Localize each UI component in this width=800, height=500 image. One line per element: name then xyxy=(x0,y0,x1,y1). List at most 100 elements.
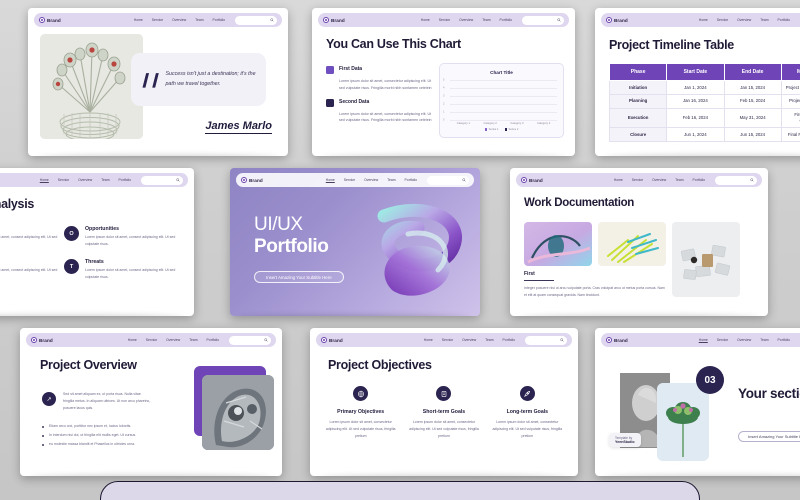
navbar[interactable]: Brand Home Service Overview Team Portfol… xyxy=(601,13,800,27)
slide-work-documentation[interactable]: Brand Home Service Overview Team Portfol… xyxy=(510,168,768,316)
nav-link-overview[interactable]: Overview xyxy=(459,18,473,22)
nav-link-service[interactable]: Service xyxy=(717,18,728,22)
brand-name: Brand xyxy=(329,337,343,343)
nav-link-service[interactable]: Service xyxy=(344,178,355,182)
nav-link-home[interactable]: Home xyxy=(128,338,137,342)
nav-link-overview[interactable]: Overview xyxy=(172,18,186,22)
slide-section-break[interactable]: Brand Home Service Overview Team Portfol… xyxy=(595,328,800,476)
nav-link-portfolio[interactable]: Portfolio xyxy=(778,338,790,342)
slide-swot-analysis[interactable]: Brand Home Service Overview Team Portfol… xyxy=(0,168,194,316)
nav-link-portfolio[interactable]: Portfolio xyxy=(213,18,225,22)
nav-link-service[interactable]: Service xyxy=(58,178,69,182)
swot-title: Opportunities xyxy=(85,226,120,232)
objective-card-short-term: Short-term Goals Lorem ipsum dolor sit a… xyxy=(407,386,480,440)
brand-name: Brand xyxy=(614,337,628,343)
slide-project-overview[interactable]: Brand Home Service Overview Team Portfol… xyxy=(20,328,282,476)
legend-label: First Data xyxy=(339,66,363,72)
slide-timeline-table[interactable]: Brand Home Service Overview Team Portfol… xyxy=(595,8,800,156)
nav-links[interactable]: Home Service Overview Team Portfolio xyxy=(128,338,219,342)
search-input[interactable] xyxy=(427,175,469,185)
nav-link-home[interactable]: Home xyxy=(134,18,143,22)
table-column-header: Start Date xyxy=(666,63,725,81)
nav-link-home[interactable]: Home xyxy=(699,338,708,342)
search-input[interactable] xyxy=(522,15,564,25)
logo-mark-icon xyxy=(606,337,612,343)
swot-badge: O xyxy=(64,226,79,241)
search-input[interactable] xyxy=(229,335,271,345)
hero-subtitle-button[interactable]: Insert Amazing Your Subtitle Here xyxy=(254,271,344,283)
nav-link-overview[interactable]: Overview xyxy=(166,338,180,342)
swot-badge: T xyxy=(64,259,79,275)
slide-hero-portfolio[interactable]: Brand Home Service Overview Team Portfol… xyxy=(230,168,480,316)
nav-link-overview[interactable]: Overview xyxy=(462,338,476,342)
nav-link-team[interactable]: Team xyxy=(195,18,203,22)
navbar[interactable]: Brand Home Service Overview Team Portfol… xyxy=(318,13,569,27)
nav-link-portfolio[interactable]: Portfolio xyxy=(500,18,512,22)
nav-link-portfolio[interactable]: Portfolio xyxy=(119,178,131,182)
search-input[interactable] xyxy=(235,15,277,25)
nav-link-home[interactable]: Home xyxy=(421,18,430,22)
nav-link-overview[interactable]: Overview xyxy=(737,338,751,342)
nav-link-service[interactable]: Service xyxy=(152,18,163,22)
table-column-header: Phase xyxy=(608,63,668,81)
nav-link-portfolio[interactable]: Portfolio xyxy=(693,178,705,182)
nav-link-team[interactable]: Team xyxy=(760,338,768,342)
nav-link-home[interactable]: Home xyxy=(326,178,335,182)
objective-title: Short-term Goals xyxy=(422,409,466,415)
nav-links[interactable]: Home Service Overview Team Portfolio xyxy=(421,18,512,22)
search-input[interactable] xyxy=(525,335,567,345)
nav-links[interactable]: Home Service Overview Team Portfolio xyxy=(134,18,225,22)
nav-link-portfolio[interactable]: Portfolio xyxy=(778,18,790,22)
nav-link-service[interactable]: Service xyxy=(439,18,450,22)
nav-link-team[interactable]: Team xyxy=(387,178,395,182)
objective-title: Long-term Goals xyxy=(506,409,549,415)
navbar[interactable]: Brand Home Service Overview Team Portfol… xyxy=(26,333,276,347)
table-row: PlanningJan 16, 2024Feb 15, 2024Project … xyxy=(608,93,800,109)
nav-link-overview[interactable]: Overview xyxy=(364,178,378,182)
nav-link-home[interactable]: Home xyxy=(614,178,623,182)
nav-links[interactable]: Home Service Overview Team Portfolio xyxy=(699,338,790,342)
nav-links[interactable]: Home Service Overview Team Portfolio xyxy=(614,178,705,182)
brand-name: Brand xyxy=(47,17,61,23)
objective-title: Primary Objectives xyxy=(337,409,385,415)
nav-link-team[interactable]: Team xyxy=(482,18,490,22)
navbar[interactable]: Brand Home Service Overview Team Portfol… xyxy=(316,333,572,347)
navbar[interactable]: Brand Home Service Overview Team Portfol… xyxy=(516,173,762,187)
nav-link-service[interactable]: Service xyxy=(717,338,728,342)
slide-quote[interactable]: Brand Home Service Overview Team Portfol… xyxy=(28,8,288,156)
table-cell: Jan 15, 2024 xyxy=(723,80,782,95)
nav-link-team[interactable]: Team xyxy=(189,338,197,342)
section-subtitle-button[interactable]: Insert Amazing Your Subtitle Here xyxy=(738,431,800,442)
nav-link-service[interactable]: Service xyxy=(442,338,453,342)
nav-link-portfolio[interactable]: Portfolio xyxy=(405,178,417,182)
navbar[interactable]: Brand Home Service Overview Team Portfol… xyxy=(601,333,800,347)
nav-link-portfolio[interactable]: Portfolio xyxy=(207,338,219,342)
nav-link-service[interactable]: Service xyxy=(146,338,157,342)
nav-links[interactable]: Home Service Overview Team Portfolio xyxy=(40,178,131,182)
table-cell: Execution xyxy=(608,107,668,129)
nav-link-overview[interactable]: Overview xyxy=(652,178,666,182)
nav-link-team[interactable]: Team xyxy=(101,178,109,182)
nav-link-team[interactable]: Team xyxy=(675,178,683,182)
nav-link-overview[interactable]: Overview xyxy=(737,18,751,22)
nav-link-team[interactable]: Team xyxy=(485,338,493,342)
nav-links[interactable]: Home Service Overview Team Portfolio xyxy=(424,338,515,342)
nav-link-service[interactable]: Service xyxy=(632,178,643,182)
navbar[interactable]: Brand Home Service Overview Team Portfol… xyxy=(236,173,474,187)
nav-link-team[interactable]: Team xyxy=(760,18,768,22)
brand-logo: Brand xyxy=(606,17,628,23)
slide-chart[interactable]: Brand Home Service Overview Team Portfol… xyxy=(312,8,575,156)
nav-link-overview[interactable]: Overview xyxy=(78,178,92,182)
nav-links[interactable]: Home Service Overview Team Portfolio xyxy=(699,18,790,22)
navbar[interactable]: Brand Home Service Overview Team Portfol… xyxy=(0,173,188,187)
navbar[interactable]: Brand Home Service Overview Team Portfol… xyxy=(34,13,282,27)
search-input[interactable] xyxy=(141,175,183,185)
nav-link-portfolio[interactable]: Portfolio xyxy=(503,338,515,342)
search-input[interactable] xyxy=(715,175,757,185)
nav-link-home[interactable]: Home xyxy=(40,178,49,182)
nav-link-home[interactable]: Home xyxy=(699,18,708,22)
nav-links[interactable]: Home Service Overview Team Portfolio xyxy=(326,178,417,182)
slide-project-objectives[interactable]: Brand Home Service Overview Team Portfol… xyxy=(310,328,578,476)
nav-link-home[interactable]: Home xyxy=(424,338,433,342)
brand-name: Brand xyxy=(529,177,543,183)
